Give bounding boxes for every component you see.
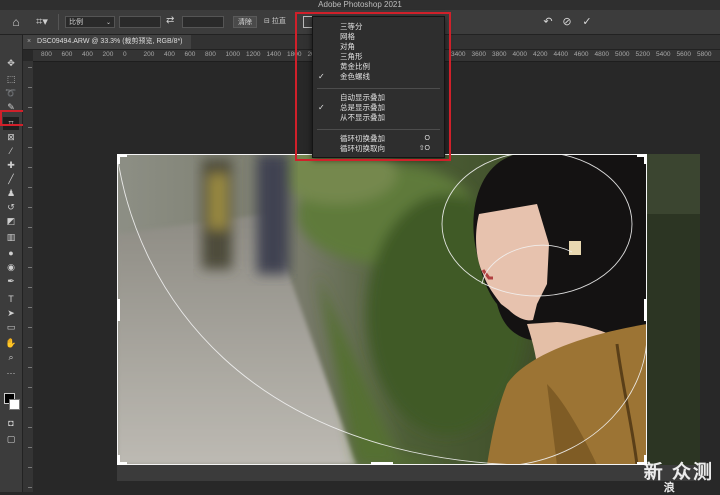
straighten-icon: ⊟ (264, 18, 270, 25)
ratio-select[interactable]: 比例 ⌄ (65, 16, 115, 28)
ratio-select-label: 比例 (69, 19, 83, 26)
marquee-tool-icon[interactable]: ⬚ (3, 73, 19, 86)
watermark-small: 浪 (663, 482, 675, 494)
hand-tool-icon[interactable]: ✋ (3, 337, 19, 350)
eyedropper-tool-icon[interactable]: ⁄ (3, 145, 19, 158)
pen-tool-icon[interactable]: ✒ (3, 275, 19, 288)
ruler-tick-mark (28, 307, 32, 308)
photo-crop-preview[interactable] (117, 154, 647, 465)
ruler-tick-label: 3400 (451, 51, 466, 58)
ruler-tick-label: 4800 (594, 51, 609, 58)
healing-tool-icon[interactable]: ✚ (3, 159, 19, 172)
home-icon[interactable]: ⌂ (8, 14, 24, 30)
document-tab-title: DSC09494.ARW @ 33.3% (裁剪预览, RGB/8*) (37, 38, 183, 45)
cancel-icon[interactable]: ⊘ (560, 15, 574, 29)
quick-mask-icon[interactable]: ◘ (3, 417, 19, 430)
ruler-tick-mark (28, 427, 32, 428)
height-field[interactable] (182, 16, 224, 28)
ruler-tick-mark (28, 407, 32, 408)
straighten-button[interactable]: ⊟ 拉直 (264, 15, 286, 29)
ruler-tick-label: 5800 (697, 51, 712, 58)
type-tool-icon[interactable]: T (3, 293, 19, 306)
reset-icon[interactable]: ↶ (541, 15, 555, 29)
ruler-tick-mark (28, 227, 32, 228)
tools-panel: ✥ ⬚ ➰ ✎ ⌗ ⊠ ⁄ ✚ ╱ ♟ ↺ ◩ ▥ ● ◉ ✒ T ➤ ▭ ✋ ⌕ ··· ◘ ▢ (0, 35, 23, 492)
menu-highlight-box (295, 12, 451, 161)
title-bar: Adobe Photoshop 2021 (0, 0, 720, 10)
ruler-tick-mark (28, 147, 32, 148)
ruler-tick-mark (28, 387, 32, 388)
ruler-tick-label: 800 (41, 51, 52, 58)
blur-tool-icon[interactable]: ● (3, 247, 19, 260)
lasso-tool-icon[interactable]: ➰ (3, 87, 19, 100)
ruler-tick-mark (28, 87, 32, 88)
shape-tool-icon[interactable]: ▭ (3, 321, 19, 334)
ruler-tick-label: 1000 (225, 51, 240, 58)
ruler-tick-label: 5000 (615, 51, 630, 58)
window-title: Adobe Photoshop 2021 (318, 0, 402, 9)
ruler-tick-label: 400 (164, 51, 175, 58)
close-icon[interactable]: × (27, 38, 31, 45)
ruler-tick-mark (28, 327, 32, 328)
ruler-tick-label: 800 (205, 51, 216, 58)
cropped-out-bottom (117, 465, 700, 481)
ruler-tick-label: 4000 (512, 51, 527, 58)
screen-mode-icon[interactable]: ▢ (3, 433, 19, 446)
chevron-down-icon: ⌄ (105, 20, 111, 26)
ruler-tick-label: 200 (102, 51, 114, 58)
more-tools-icon[interactable]: ··· (3, 367, 19, 380)
eraser-tool-icon[interactable]: ◩ (3, 215, 19, 228)
ruler-tick-label: 1200 (246, 51, 261, 58)
stamp-tool-icon[interactable]: ♟ (3, 187, 19, 200)
ruler-tick-mark (28, 187, 32, 188)
ruler-tick-mark (28, 367, 32, 368)
crop-preset-icon[interactable]: ⌗▾ (32, 14, 52, 30)
gradient-tool-icon[interactable]: ▥ (3, 231, 19, 244)
ruler-tick-mark (28, 107, 32, 108)
ruler-tick-label: 4400 (553, 51, 568, 58)
watermark: 新 众测 浪 (643, 457, 714, 494)
clear-button[interactable]: 清除 (233, 16, 257, 28)
ruler-tick-mark (28, 487, 32, 488)
width-field[interactable] (119, 16, 161, 28)
ruler-tick-label: 400 (82, 51, 93, 58)
ruler-tick-mark (28, 287, 32, 288)
ruler-tick-label: 0 (123, 51, 127, 58)
ruler-tick-mark (28, 447, 32, 448)
commit-check-icon[interactable]: ✓ (580, 15, 594, 29)
ruler-tick-mark (28, 67, 32, 68)
ruler-tick-label: 5200 (635, 51, 650, 58)
ruler-tick-mark (28, 247, 32, 248)
ruler-tick-label: 4600 (574, 51, 589, 58)
swap-icon[interactable]: ⇄ (166, 15, 174, 26)
ruler-tick-label: 200 (143, 51, 155, 58)
ruler-tick-label: 4200 (533, 51, 548, 58)
zoom-tool-icon[interactable]: ⌕ (3, 351, 19, 364)
brush-tool-icon[interactable]: ╱ (3, 173, 19, 186)
separator (58, 14, 59, 30)
straighten-label: 拉直 (271, 18, 286, 25)
background-color-swatch[interactable] (9, 399, 20, 410)
ruler-tick-label: 1400 (266, 51, 281, 58)
ruler-tick-mark (28, 347, 32, 348)
history-brush-tool-icon[interactable]: ↺ (3, 201, 19, 214)
watermark-main: 新 众测 (643, 462, 714, 483)
ruler-tick-mark (28, 127, 32, 128)
move-tool-icon[interactable]: ✥ (3, 57, 19, 70)
ruler-tick-label: 3600 (471, 51, 486, 58)
ruler-tick-mark (28, 207, 32, 208)
ruler-tick-mark (28, 267, 32, 268)
cropped-out-area (647, 154, 700, 465)
document-tab[interactable]: × DSC09494.ARW @ 33.3% (裁剪预览, RGB/8*) (23, 35, 191, 49)
ruler-tick-mark (28, 467, 32, 468)
ruler-tick-mark (28, 167, 32, 168)
ruler-tick-label: 5600 (676, 51, 691, 58)
ruler-tick-label: 3800 (492, 51, 507, 58)
ruler-tick-label: 600 (184, 51, 196, 58)
path-select-tool-icon[interactable]: ➤ (3, 307, 19, 320)
frame-tool-icon[interactable]: ⊠ (3, 131, 19, 144)
ruler-tick-label: 5400 (656, 51, 671, 58)
dodge-tool-icon[interactable]: ◉ (3, 261, 19, 274)
ruler-tick-label: 600 (61, 51, 73, 58)
